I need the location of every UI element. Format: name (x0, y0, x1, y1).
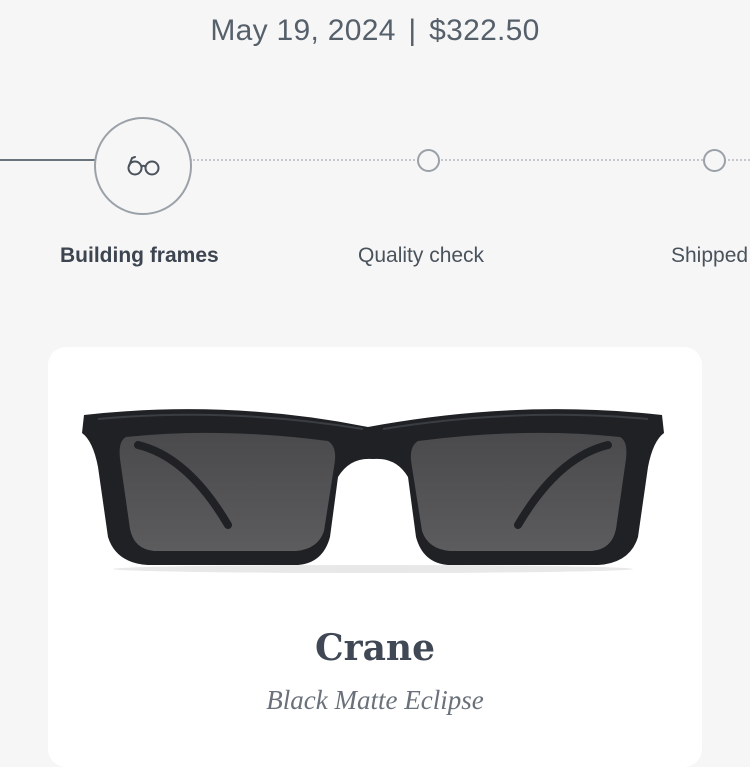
progress-line-pending (190, 159, 415, 161)
product-card[interactable]: Crane Black Matte Eclipse (48, 347, 702, 767)
step-label-shipped: Shipped (671, 244, 749, 267)
product-name: Crane (314, 627, 436, 669)
step-label-building-frames: Building frames (60, 244, 219, 267)
step-quality-check-marker (417, 149, 440, 172)
product-variant: Black Matte Eclipse (266, 685, 484, 715)
step-label-quality-check: Quality check (358, 244, 485, 267)
progress-line-pending (728, 159, 750, 161)
step-building-frames-marker (94, 117, 192, 215)
order-progress-tracker: Building frames Quality check Shipped (0, 0, 750, 300)
progress-line-pending (441, 159, 703, 161)
progress-line-completed (0, 159, 95, 161)
eyeglasses-product-image (78, 397, 668, 582)
step-shipped-marker (703, 149, 726, 172)
